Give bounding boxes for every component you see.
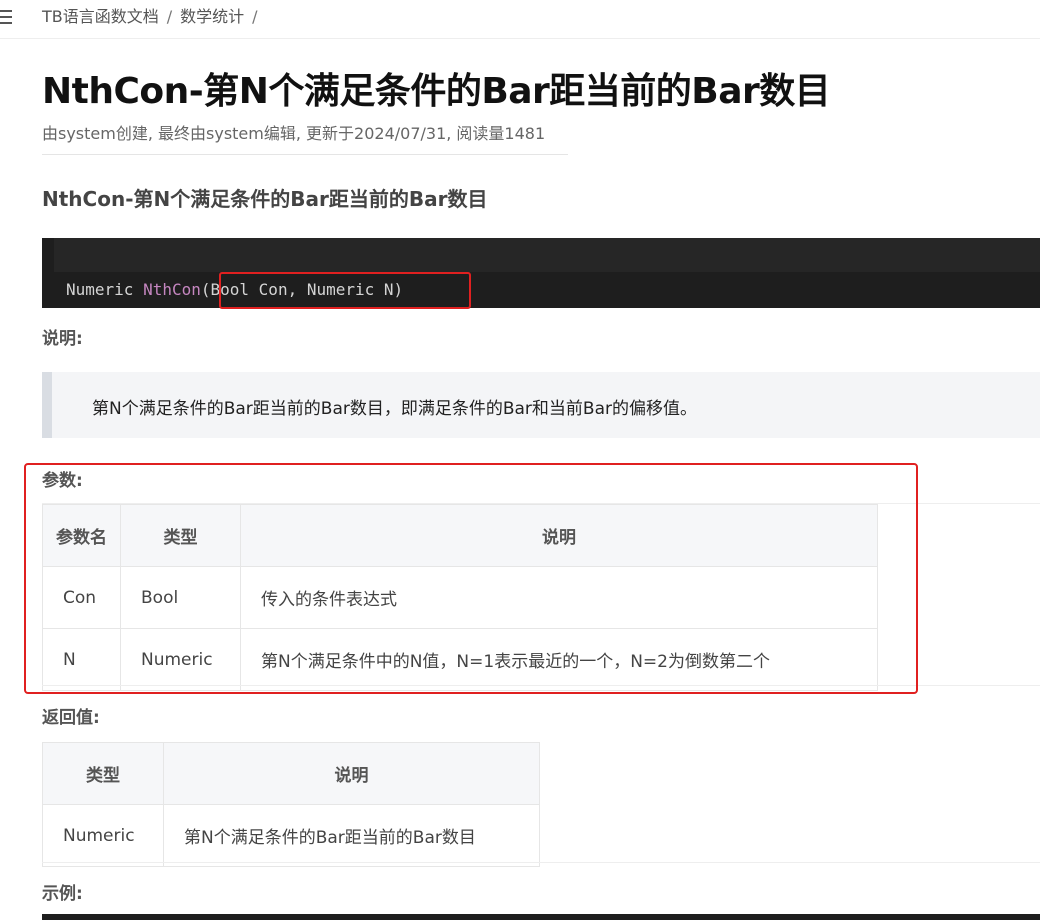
signature-return-type: Numeric bbox=[66, 280, 134, 299]
signature-highlight-box bbox=[219, 272, 471, 309]
example-code-block bbox=[42, 914, 1040, 920]
page-meta: 由system创建, 最终由system编辑, 更新于2024/07/31, 阅… bbox=[42, 124, 546, 143]
section-title: NthCon-第N个满足条件的Bar距当前的Bar数目 bbox=[42, 187, 488, 211]
returns-divider bbox=[42, 862, 1040, 863]
meta-divider bbox=[42, 154, 568, 155]
page-title: NthCon-第N个满足条件的Bar距当前的Bar数目 bbox=[42, 71, 831, 112]
signature-function-name: NthCon bbox=[143, 280, 201, 299]
code-block: Numeric NthCon(Bool Con, Numeric N) bbox=[42, 238, 1040, 308]
table-header-row: 类型 说明 bbox=[42, 742, 540, 805]
breadcrumb-separator: / bbox=[252, 7, 258, 26]
description-text: 第N个满足条件的Bar距当前的Bar数目，即满足条件的Bar和当前Bar的偏移值… bbox=[92, 399, 697, 419]
table-header-cell: 类型 bbox=[42, 742, 164, 805]
params-highlight-box bbox=[24, 463, 918, 694]
table-row: Numeric 第N个满足条件的Bar距当前的Bar数目 bbox=[42, 804, 540, 867]
code-block-header bbox=[54, 238, 1040, 272]
description-quote: 第N个满足条件的Bar距当前的Bar数目，即满足条件的Bar和当前Bar的偏移值… bbox=[42, 372, 1040, 438]
breadcrumb: TB语言函数文档 / 数学统计 / bbox=[42, 6, 266, 28]
table-header-cell: 说明 bbox=[163, 742, 540, 805]
description-label: 说明: bbox=[42, 329, 83, 349]
returns-table: 类型 说明 Numeric 第N个满足条件的Bar距当前的Bar数目 bbox=[42, 742, 540, 867]
breadcrumb-root-link[interactable]: TB语言函数文档 bbox=[42, 7, 159, 26]
hamburger-menu-icon[interactable] bbox=[0, 6, 14, 28]
header-divider bbox=[0, 38, 1040, 39]
breadcrumb-section-link[interactable]: 数学统计 bbox=[180, 7, 244, 26]
return-type-cell: Numeric bbox=[42, 804, 164, 867]
returns-label: 返回值: bbox=[42, 708, 100, 728]
example-label: 示例: bbox=[42, 884, 83, 904]
return-desc-cell: 第N个满足条件的Bar距当前的Bar数目 bbox=[163, 804, 540, 867]
breadcrumb-separator: / bbox=[166, 7, 173, 26]
